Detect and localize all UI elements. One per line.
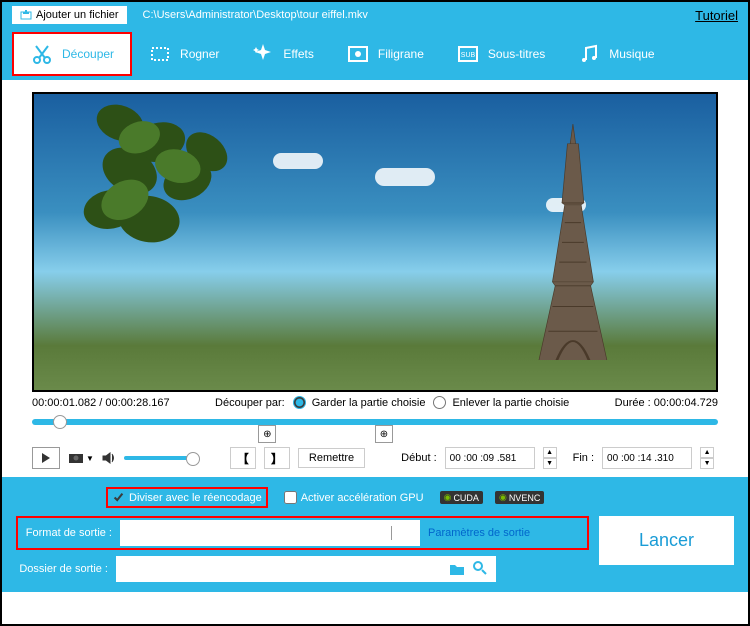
cuda-badge: ◉CUDA <box>440 491 483 504</box>
tool-cut[interactable]: Découper <box>12 32 132 76</box>
file-path-display: C:\Users\Administrator\Desktop\tour eiff… <box>143 9 696 21</box>
timeline-knob[interactable] <box>53 415 67 429</box>
eiffel-tower <box>532 124 614 361</box>
format-dropdown[interactable]: Keep Original Video Format(*.mkv) ▲ <box>120 520 420 546</box>
gpu-accel-input[interactable] <box>284 491 297 504</box>
end-up-button[interactable]: ▲ <box>700 447 714 458</box>
split-reencode-label: Diviser avec le réencodage <box>129 492 262 504</box>
cut-icon <box>30 42 54 66</box>
end-time-input[interactable]: 00 :00 :14 .310 <box>602 447 692 469</box>
camera-icon <box>68 452 84 464</box>
format-label: Format de sortie : <box>20 527 112 539</box>
dropdown-arrow-icon: ▲ <box>391 526 412 540</box>
radio-remove-input[interactable] <box>433 396 446 409</box>
folder-icon[interactable] <box>449 562 465 576</box>
tool-music[interactable]: Musique <box>561 34 670 74</box>
trim-end-handle[interactable]: ⊕ <box>375 425 393 443</box>
radio-keep[interactable]: Garder la partie choisie <box>293 396 426 409</box>
search-icon[interactable] <box>472 560 488 576</box>
watermark-icon <box>346 42 370 66</box>
crop-icon <box>148 42 172 66</box>
add-file-label: Ajouter un fichier <box>36 9 119 21</box>
svg-text:SUB: SUB <box>461 52 476 59</box>
trim-start-handle[interactable]: ⊕ <box>258 425 276 443</box>
tool-watermark[interactable]: Filigrane <box>330 34 440 74</box>
timeline-info: 00:00:01.082 / 00:00:28.167 Découper par… <box>32 396 718 409</box>
split-reencode-checkbox[interactable]: Diviser avec le réencodage <box>106 487 268 508</box>
tool-subtitle-label: Sous-titres <box>488 47 545 61</box>
volume-icon[interactable] <box>102 451 116 465</box>
subtitle-icon: SUB <box>456 42 480 66</box>
gpu-accel-label: Activer accélération GPU <box>301 492 424 504</box>
tool-effects[interactable]: Effets <box>235 34 329 74</box>
duration-label: Durée : 00:00:04.729 <box>615 397 718 409</box>
controls-row: ▼ 【 】 Remettre Début : 00 :00 :09 .581 ▲… <box>32 447 718 469</box>
chevron-down-icon: ▼ <box>86 454 94 463</box>
folder-row: Dossier de sortie : D:\Documents\Videos\ <box>16 556 589 582</box>
radio-remove[interactable]: Enlever la partie choisie <box>433 396 569 409</box>
tool-crop[interactable]: Rogner <box>132 34 235 74</box>
radio-keep-label: Garder la partie choisie <box>312 397 426 409</box>
start-time-input[interactable]: 00 :00 :09 .581 <box>445 447 535 469</box>
reset-button[interactable]: Remettre <box>298 448 365 468</box>
format-value: Keep Original Video Format(*.mkv) <box>128 526 314 540</box>
tutorial-link[interactable]: Tutoriel <box>695 8 738 23</box>
gpu-accel-checkbox[interactable]: Activer accélération GPU <box>280 489 428 506</box>
nvenc-badge: ◉NVENC <box>495 491 544 504</box>
play-icon <box>41 453 51 463</box>
toolbar: Découper Rogner Effets Filigrane SUB Sou… <box>2 28 748 80</box>
tool-subtitle[interactable]: SUB Sous-titres <box>440 34 561 74</box>
end-down-button[interactable]: ▼ <box>700 458 714 469</box>
launch-button[interactable]: Lancer <box>599 516 734 565</box>
radio-keep-input[interactable] <box>293 396 306 409</box>
tool-watermark-label: Filigrane <box>378 47 424 61</box>
timeline-slider[interactable]: ⊕ ⊕ <box>32 411 718 443</box>
start-label: Début : <box>401 452 436 464</box>
video-preview[interactable] <box>32 92 718 392</box>
bracket-end-button[interactable]: 】 <box>264 447 290 469</box>
start-up-button[interactable]: ▲ <box>543 447 557 458</box>
end-time-stepper[interactable]: ▲ ▼ <box>700 447 714 469</box>
music-icon <box>577 42 601 66</box>
tool-effects-label: Effets <box>283 47 313 61</box>
play-button[interactable] <box>32 447 60 469</box>
bracket-start-button[interactable]: 【 <box>230 447 256 469</box>
bottom-section: Diviser avec le réencodage Activer accél… <box>2 477 748 592</box>
tool-cut-label: Découper <box>62 47 114 61</box>
folder-label: Dossier de sortie : <box>16 563 108 575</box>
radio-remove-label: Enlever la partie choisie <box>452 397 569 409</box>
snapshot-button[interactable]: ▼ <box>68 452 94 464</box>
volume-slider[interactable] <box>124 456 194 460</box>
leaves-decoration <box>34 94 341 286</box>
header-bar: Ajouter un fichier C:\Users\Administrato… <box>2 2 748 28</box>
folder-input[interactable]: D:\Documents\Videos\ <box>116 556 496 582</box>
cut-by-label: Découper par: <box>215 397 285 409</box>
output-params-link[interactable]: Paramètres de sortie <box>428 527 530 539</box>
add-file-icon <box>20 9 32 21</box>
end-label: Fin : <box>573 452 594 464</box>
tool-music-label: Musique <box>609 47 654 61</box>
preview-area: 00:00:01.082 / 00:00:28.167 Découper par… <box>2 80 748 477</box>
split-reencode-input[interactable] <box>112 491 125 504</box>
effects-icon <box>251 42 275 66</box>
add-file-button[interactable]: Ajouter un fichier <box>12 6 127 24</box>
start-time-stepper[interactable]: ▲ ▼ <box>543 447 557 469</box>
folder-value: D:\Documents\Videos\ <box>124 562 449 576</box>
format-row: Format de sortie : Keep Original Video F… <box>16 516 589 550</box>
timeline-position: 00:00:01.082 / 00:00:28.167 <box>32 397 170 409</box>
tool-crop-label: Rogner <box>180 47 219 61</box>
start-down-button[interactable]: ▼ <box>543 458 557 469</box>
options-row: Diviser avec le réencodage Activer accél… <box>16 487 734 508</box>
